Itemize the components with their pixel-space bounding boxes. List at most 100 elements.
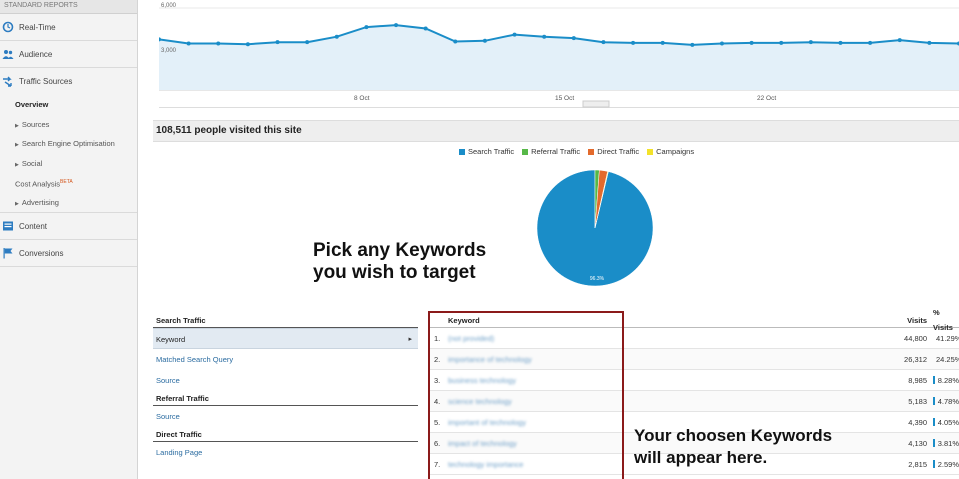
data-point[interactable]	[423, 26, 428, 31]
content-icon	[2, 220, 14, 232]
legend-swatch	[647, 148, 654, 155]
data-point[interactable]	[719, 41, 724, 46]
people-icon	[2, 48, 14, 60]
keyword-link[interactable]: science technology	[442, 397, 891, 406]
data-point[interactable]	[601, 40, 606, 45]
visits-line-chart: 6,000 3,000 8 Oct 15 Oct 22 Oct	[159, 0, 959, 108]
table-row[interactable]: 1. (not provided) 44,800 41.29%	[430, 328, 959, 349]
sidebar-item-real-time[interactable]: Real-Time	[0, 14, 137, 41]
data-point[interactable]	[364, 25, 369, 30]
sidebar-item-seo[interactable]: ▶ Search Engine Optimisation	[0, 134, 137, 154]
data-point[interactable]	[749, 40, 754, 45]
pct-bar	[933, 397, 935, 405]
row-number: 3.	[434, 375, 441, 385]
chevron-right-icon: ▸	[408, 336, 412, 343]
pct-visits-column-header[interactable]: % Visits	[927, 308, 959, 332]
keyword-text: importance of technology	[448, 354, 532, 364]
sidebar-item-content[interactable]: Content	[0, 213, 137, 240]
pct-bar	[933, 376, 935, 384]
data-point[interactable]	[660, 40, 665, 45]
sidebar-item-sources[interactable]: ▶ Sources	[0, 115, 137, 135]
referral-source-link[interactable]: Source	[153, 406, 418, 427]
row-number: 6.	[434, 438, 441, 448]
keyword-text: science technology	[448, 396, 512, 406]
data-point[interactable]	[216, 41, 221, 46]
data-point[interactable]	[808, 40, 813, 45]
pie-svg: 96.3%	[536, 169, 654, 287]
legend-swatch	[459, 148, 465, 155]
x-tick-label: 22 Oct	[757, 95, 776, 102]
legend-search-traffic[interactable]: Search Traffic	[459, 147, 514, 156]
pct-value: 4.05%	[937, 417, 959, 427]
data-point[interactable]	[453, 39, 458, 44]
keyword-link[interactable]: (not provided)	[442, 334, 891, 343]
sidebar-item-advertising[interactable]: ▶ Advertising	[0, 193, 137, 213]
sidebar-item-audience[interactable]: Audience	[0, 41, 137, 68]
keyword-link[interactable]: importance of technology	[442, 355, 891, 364]
expand-triangle-icon: ▶	[15, 161, 19, 168]
keyword-text: technology importance	[448, 459, 524, 469]
keyword-column-header[interactable]: Keyword	[442, 313, 891, 327]
pct-visits-cell: 4.05%	[927, 418, 959, 427]
data-point[interactable]	[868, 40, 873, 45]
data-point[interactable]	[186, 41, 191, 46]
keyword-link[interactable]: business technology	[442, 376, 891, 385]
data-point[interactable]	[779, 40, 784, 45]
legend-label: Referral Traffic	[531, 147, 581, 156]
legend-label: Direct Traffic	[597, 147, 640, 156]
data-point[interactable]	[482, 38, 487, 43]
data-point[interactable]	[542, 34, 547, 39]
table-row[interactable]: 4. science technology 5,183 4.78%	[430, 391, 959, 412]
visits-value: 2,815	[908, 459, 927, 469]
table-row[interactable]: 3. business technology 8,985 8.28%	[430, 370, 959, 391]
search-source-link[interactable]: Source	[153, 370, 418, 391]
legend-campaigns[interactable]: Campaigns	[647, 147, 694, 156]
row-number: 7.	[434, 459, 441, 469]
data-point[interactable]	[927, 40, 932, 45]
data-point[interactable]	[245, 42, 250, 47]
keyword-text: important of technology	[448, 417, 526, 427]
pct-value: 8.28%	[937, 375, 959, 385]
sidebar-item-cost-analysis[interactable]: Cost AnalysisBETA	[0, 173, 137, 193]
x-tick-label: 15 Oct	[555, 95, 574, 102]
chart-resize-handle[interactable]	[582, 100, 610, 108]
traffic-arrows-icon	[2, 76, 14, 88]
pct-value: 4.78%	[937, 396, 959, 406]
search-traffic-header: Search Traffic	[153, 313, 418, 328]
sidebar-item-conversions[interactable]: Conversions	[0, 240, 137, 267]
table-row[interactable]: 2. importance of technology 26,312 24.25%	[430, 349, 959, 370]
data-point[interactable]	[394, 23, 399, 28]
pct-visits-cell: 3.81%	[927, 439, 959, 448]
data-point[interactable]	[838, 40, 843, 45]
landing-page-link[interactable]: Landing Page	[153, 442, 418, 463]
standard-reports-header: STANDARD REPORTS	[0, 0, 137, 14]
sidebar-item-traffic-sources[interactable]: Traffic Sources	[0, 68, 137, 95]
data-point[interactable]	[275, 40, 280, 45]
legend-direct-traffic[interactable]: Direct Traffic	[588, 147, 639, 156]
pie-slice-label: 96.3%	[590, 276, 605, 282]
data-point[interactable]	[512, 32, 517, 37]
note-line: you wish to target	[313, 262, 476, 283]
row-number: 2.	[434, 354, 441, 364]
legend-swatch	[588, 148, 595, 155]
referral-traffic-header: Referral Traffic	[153, 391, 418, 406]
keywords-appear-note: Your choosen Keywords will appear here.	[634, 425, 832, 469]
data-point[interactable]	[334, 34, 339, 39]
visits-column-header[interactable]: Visits	[891, 313, 927, 327]
sidebar-item-overview[interactable]: Overview	[0, 95, 137, 115]
pct-visits-cell: 2.59%	[927, 460, 959, 469]
keyword-text: impact of technology	[448, 438, 517, 448]
pct-bar	[933, 460, 935, 468]
keyword-dimension-link[interactable]: Keyword ▸	[153, 328, 418, 349]
data-point[interactable]	[631, 40, 636, 45]
beta-badge: BETA	[60, 179, 73, 185]
header-spacer	[430, 313, 442, 327]
legend-referral-traffic[interactable]: Referral Traffic	[522, 147, 580, 156]
clock-icon	[2, 21, 14, 33]
data-point[interactable]	[571, 36, 576, 41]
data-point[interactable]	[305, 40, 310, 45]
matched-search-query-link[interactable]: Matched Search Query	[153, 349, 418, 370]
data-point[interactable]	[897, 38, 902, 43]
sidebar-item-social[interactable]: ▶ Social	[0, 154, 137, 174]
data-point[interactable]	[690, 42, 695, 47]
